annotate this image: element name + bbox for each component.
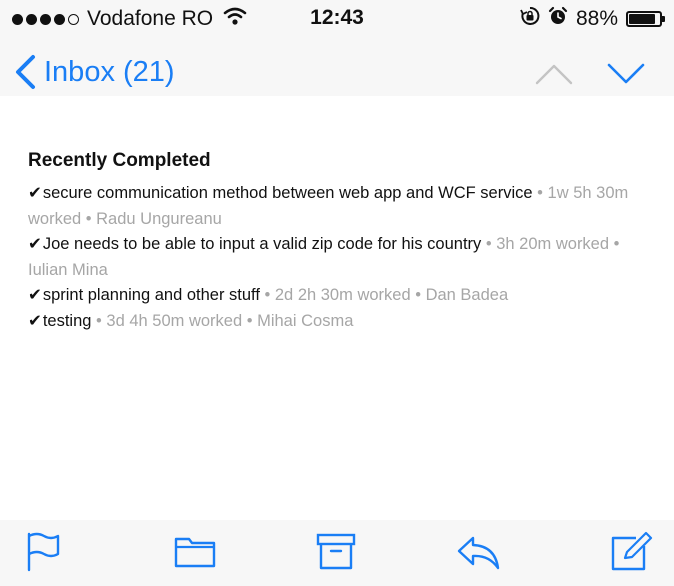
next-message-button[interactable] (606, 62, 646, 86)
move-to-folder-button[interactable] (172, 528, 218, 574)
check-icon: ✔ (28, 235, 42, 253)
battery-percentage: 88% (575, 7, 618, 30)
chevron-left-icon (16, 55, 35, 89)
message-body: Recently Completed ✔secure communication… (28, 148, 658, 334)
section-title: Recently Completed (28, 150, 211, 171)
battery-nub (662, 16, 665, 22)
status-bar: Vodafone RO 12:43 88% (0, 0, 674, 36)
status-right: 88% (520, 6, 665, 32)
compose-button[interactable] (608, 528, 654, 574)
task-title: Joe needs to be able to input a valid zi… (42, 235, 482, 253)
battery-fill (629, 14, 656, 24)
nav-bar: Inbox (21) (0, 44, 674, 96)
task-title: testing (42, 311, 92, 330)
task-title: secure communication method between web … (42, 184, 533, 202)
chevron-down-icon (607, 63, 645, 84)
check-icon: ✔ (28, 286, 42, 304)
flag-icon (27, 532, 60, 572)
rotation-lock-icon (520, 6, 540, 32)
chevron-up-icon (535, 64, 573, 85)
task-meta: • 3d 4h 50m worked • Mihai Cosma (91, 311, 354, 330)
reply-button[interactable] (455, 528, 501, 574)
task-item: ✔Joe needs to be able to input a valid z… (28, 232, 658, 283)
back-to-inbox-button[interactable]: Inbox (21) (14, 54, 175, 90)
check-icon: ✔ (28, 311, 42, 330)
previous-message-button[interactable] (534, 62, 574, 86)
task-title: sprint planning and other stuff (42, 286, 260, 304)
task-meta: • 2d 2h 30m worked • Dan Badea (259, 286, 509, 304)
back-label: Inbox (21) (44, 55, 175, 88)
flag-button[interactable] (20, 528, 66, 574)
reply-icon (457, 536, 500, 570)
folder-icon (174, 537, 216, 568)
check-icon: ✔ (28, 184, 42, 202)
archive-icon (316, 533, 356, 570)
top-chrome: Vodafone RO 12:43 88% Inbox (21) (0, 0, 674, 96)
compose-icon (611, 531, 653, 571)
archive-button[interactable] (313, 528, 359, 574)
task-item: ✔secure communication method between web… (28, 181, 658, 232)
bottom-toolbar (0, 520, 674, 586)
battery-icon (626, 11, 665, 27)
task-item: ✔testing • 3d 4h 50m worked • Mihai Cosm… (28, 309, 658, 335)
alarm-icon (548, 6, 568, 32)
task-item: ✔sprint planning and other stuff • 2d 2h… (28, 283, 658, 309)
